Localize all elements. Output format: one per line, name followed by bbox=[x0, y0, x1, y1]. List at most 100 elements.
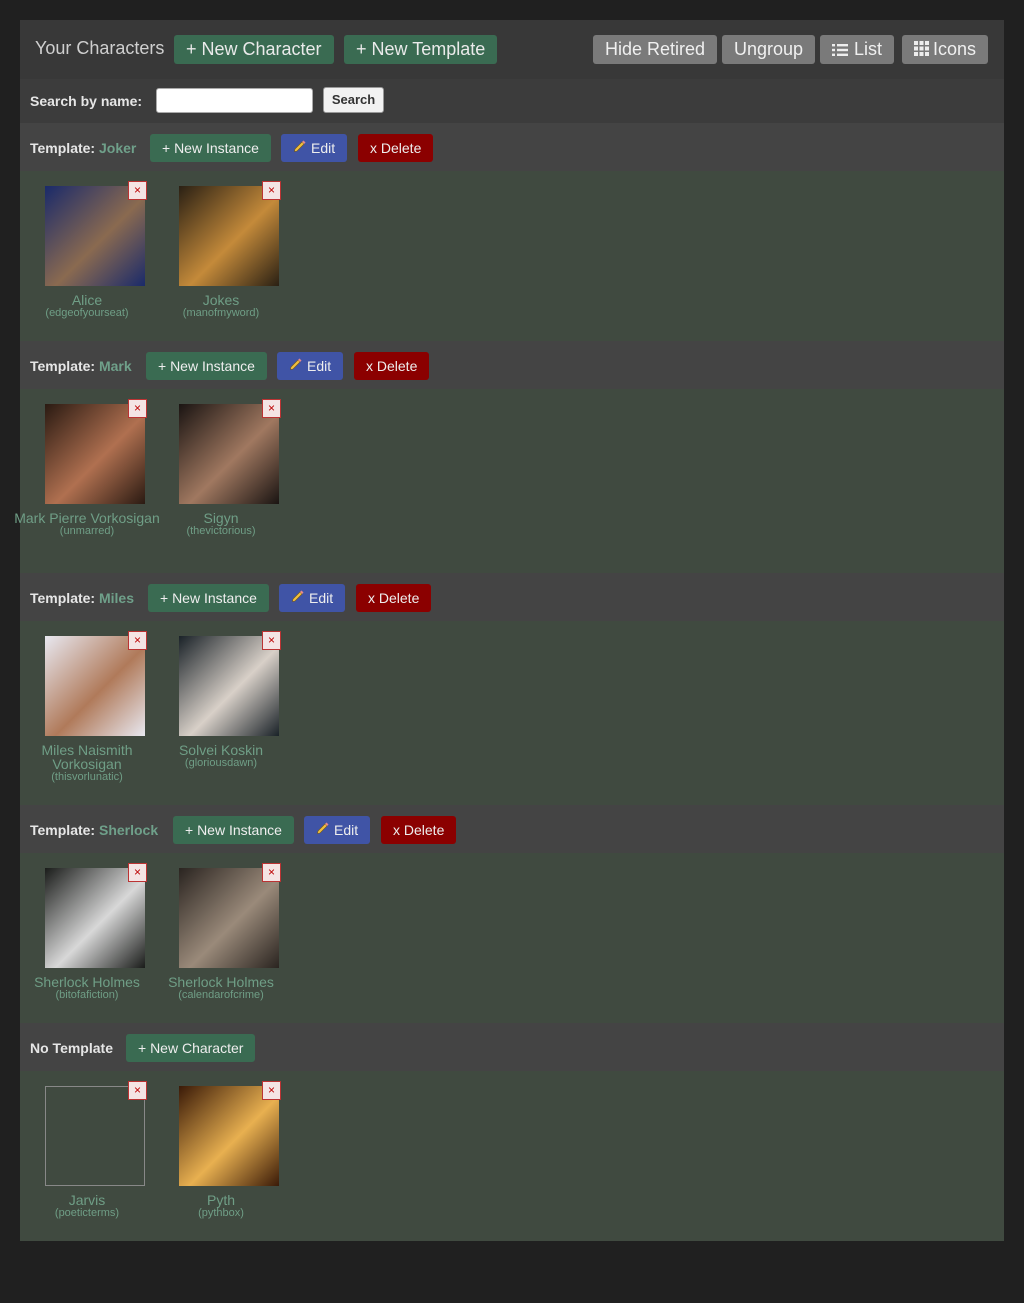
character-avatar[interactable] bbox=[179, 186, 279, 286]
grid-icon bbox=[914, 36, 929, 65]
character-name[interactable]: Jokes bbox=[146, 293, 296, 307]
character-name[interactable]: Alice bbox=[12, 293, 162, 307]
character-avatar[interactable] bbox=[45, 868, 145, 968]
top-toolbar: Your Characters + New Character + New Te… bbox=[20, 20, 1004, 79]
characters-panel: Your Characters + New Character + New Te… bbox=[14, 20, 1004, 1241]
remove-character-icon[interactable]: × bbox=[262, 399, 281, 418]
template-characters: × Miles Naismith Vorkosigan (thisvorlunati… bbox=[20, 621, 1004, 805]
remove-character-icon[interactable]: × bbox=[262, 631, 281, 650]
character-name-block: Mark Pierre Vorkosigan (unmarred) bbox=[12, 511, 162, 538]
no-template-label: No Template bbox=[30, 1040, 113, 1056]
search-label: Search by name: bbox=[30, 93, 143, 109]
template-name[interactable]: Mark bbox=[99, 358, 132, 374]
template-name[interactable]: Miles bbox=[99, 590, 134, 606]
hide-retired-button[interactable]: Hide Retired bbox=[593, 35, 718, 64]
template-header: Template: Mark + New Instance Edit x Delete bbox=[20, 341, 1004, 389]
character-handle: (poeticterms) bbox=[54, 1207, 120, 1219]
delete-template-button[interactable]: x Delete bbox=[354, 352, 430, 380]
template-prefix: Template: bbox=[30, 590, 96, 606]
edit-label: Edit bbox=[309, 590, 334, 606]
new-instance-button[interactable]: + New Instance bbox=[148, 584, 269, 612]
page-title: Your Characters bbox=[35, 38, 165, 58]
pencil-icon bbox=[293, 134, 307, 162]
search-bar: Search by name: Search bbox=[20, 79, 1004, 123]
template-title: Template: Joker bbox=[30, 140, 136, 156]
delete-template-button[interactable]: x Delete bbox=[381, 816, 457, 844]
template-characters: × Alice (edgeofyourseat) × Jokes (manofmyword… bbox=[20, 171, 1004, 341]
remove-character-icon[interactable]: × bbox=[262, 863, 281, 882]
character-name[interactable]: Sigyn bbox=[146, 511, 296, 525]
character-avatar[interactable] bbox=[45, 636, 145, 736]
character-handle: (edgeofyourseat) bbox=[45, 307, 129, 319]
character-name[interactable]: Mark Pierre Vorkosigan bbox=[12, 511, 162, 525]
template-title: Template: Miles bbox=[30, 590, 134, 606]
edit-label: Edit bbox=[334, 822, 359, 838]
template-groups: Template: Joker + New Instance Edit x Delet… bbox=[14, 123, 1004, 1023]
character-avatar[interactable] bbox=[45, 404, 145, 504]
character-name-block: Pyth (pythbox) bbox=[146, 1193, 296, 1220]
character-name-block: Sigyn (thevictorious) bbox=[146, 511, 296, 538]
remove-character-icon[interactable]: × bbox=[128, 631, 147, 650]
search-input[interactable] bbox=[156, 88, 313, 113]
template-title: Template: Mark bbox=[30, 358, 132, 374]
character-avatar[interactable] bbox=[45, 1086, 145, 1186]
remove-character-icon[interactable]: × bbox=[128, 399, 147, 418]
character-name[interactable]: Miles Naismith Vorkosigan bbox=[12, 743, 162, 771]
delete-template-button[interactable]: x Delete bbox=[356, 584, 432, 612]
character-avatar[interactable] bbox=[179, 636, 279, 736]
remove-character-icon[interactable]: × bbox=[128, 863, 147, 882]
edit-label: Edit bbox=[307, 358, 332, 374]
template-name[interactable]: Joker bbox=[99, 140, 136, 156]
template-group: Template: Joker + New Instance Edit x Delet… bbox=[20, 123, 1004, 341]
character-avatar[interactable] bbox=[179, 404, 279, 504]
list-icon bbox=[832, 36, 848, 65]
new-instance-button[interactable]: + New Instance bbox=[150, 134, 271, 162]
character-name[interactable]: Sherlock Holmes bbox=[12, 975, 162, 989]
list-view-button[interactable]: List bbox=[820, 35, 895, 65]
icons-view-button[interactable]: Icons bbox=[902, 35, 989, 65]
edit-template-button[interactable]: Edit bbox=[304, 816, 371, 844]
remove-character-icon[interactable]: × bbox=[128, 1081, 147, 1100]
character-handle: (calendarofcrime) bbox=[178, 989, 264, 1001]
character-avatar[interactable] bbox=[179, 868, 279, 968]
character-handle: (bitofafiction) bbox=[55, 989, 119, 1001]
character-name-block: Jarvis (poeticterms) bbox=[12, 1193, 162, 1220]
character-name-block: Sherlock Holmes (bitofafiction) bbox=[12, 975, 162, 1002]
character-handle: (unmarred) bbox=[59, 525, 115, 537]
pencil-icon bbox=[289, 352, 303, 380]
template-characters: × Mark Pierre Vorkosigan (unmarred) × Sigyn(… bbox=[14, 389, 1004, 573]
edit-template-button[interactable]: Edit bbox=[281, 134, 348, 162]
edit-template-button[interactable]: Edit bbox=[279, 584, 346, 612]
new-character-button[interactable]: + New Character bbox=[174, 35, 334, 64]
new-template-button[interactable]: + New Template bbox=[344, 35, 498, 64]
icons-view-label: Icons bbox=[933, 39, 977, 59]
template-group: Template: Mark + New Instance Edit x Delete… bbox=[14, 341, 1004, 573]
remove-character-icon[interactable]: × bbox=[128, 181, 147, 200]
no-template-new-character-button[interactable]: + New Character bbox=[126, 1034, 256, 1062]
template-prefix: Template: bbox=[30, 358, 96, 374]
search-button[interactable]: Search bbox=[323, 87, 384, 113]
remove-character-icon[interactable]: × bbox=[262, 1081, 281, 1100]
character-name[interactable]: Jarvis bbox=[12, 1193, 162, 1207]
remove-character-icon[interactable]: × bbox=[262, 181, 281, 200]
template-characters: × Sherlock Holmes (bitofafiction) × Sherlock… bbox=[20, 853, 1004, 1023]
edit-template-button[interactable]: Edit bbox=[277, 352, 344, 380]
new-instance-button[interactable]: + New Instance bbox=[173, 816, 294, 844]
character-avatar[interactable] bbox=[45, 186, 145, 286]
character-name[interactable]: Solvei Koskin bbox=[146, 743, 296, 757]
edit-label: Edit bbox=[311, 140, 336, 156]
ungroup-button[interactable]: Ungroup bbox=[722, 35, 816, 64]
character-avatar[interactable] bbox=[179, 1086, 279, 1186]
character-handle: (manofmyword) bbox=[182, 307, 260, 319]
new-instance-button[interactable]: + New Instance bbox=[146, 352, 267, 380]
pencil-icon bbox=[316, 816, 330, 844]
delete-template-button[interactable]: x Delete bbox=[358, 134, 434, 162]
template-header: Template: Joker + New Instance Edit x Delet… bbox=[20, 123, 1004, 171]
template-group: Template: Miles + New Instance Edit x Delet… bbox=[20, 573, 1004, 805]
character-name[interactable]: Sherlock Holmes bbox=[146, 975, 296, 989]
no-template-group: No Template + New Character × Jarvis (poet… bbox=[20, 1023, 1004, 1241]
character-name-block: Alice (edgeofyourseat) bbox=[12, 293, 162, 320]
character-name[interactable]: Pyth bbox=[146, 1193, 296, 1207]
character-handle: (gloriousdawn) bbox=[184, 757, 258, 769]
template-name[interactable]: Sherlock bbox=[99, 822, 158, 838]
